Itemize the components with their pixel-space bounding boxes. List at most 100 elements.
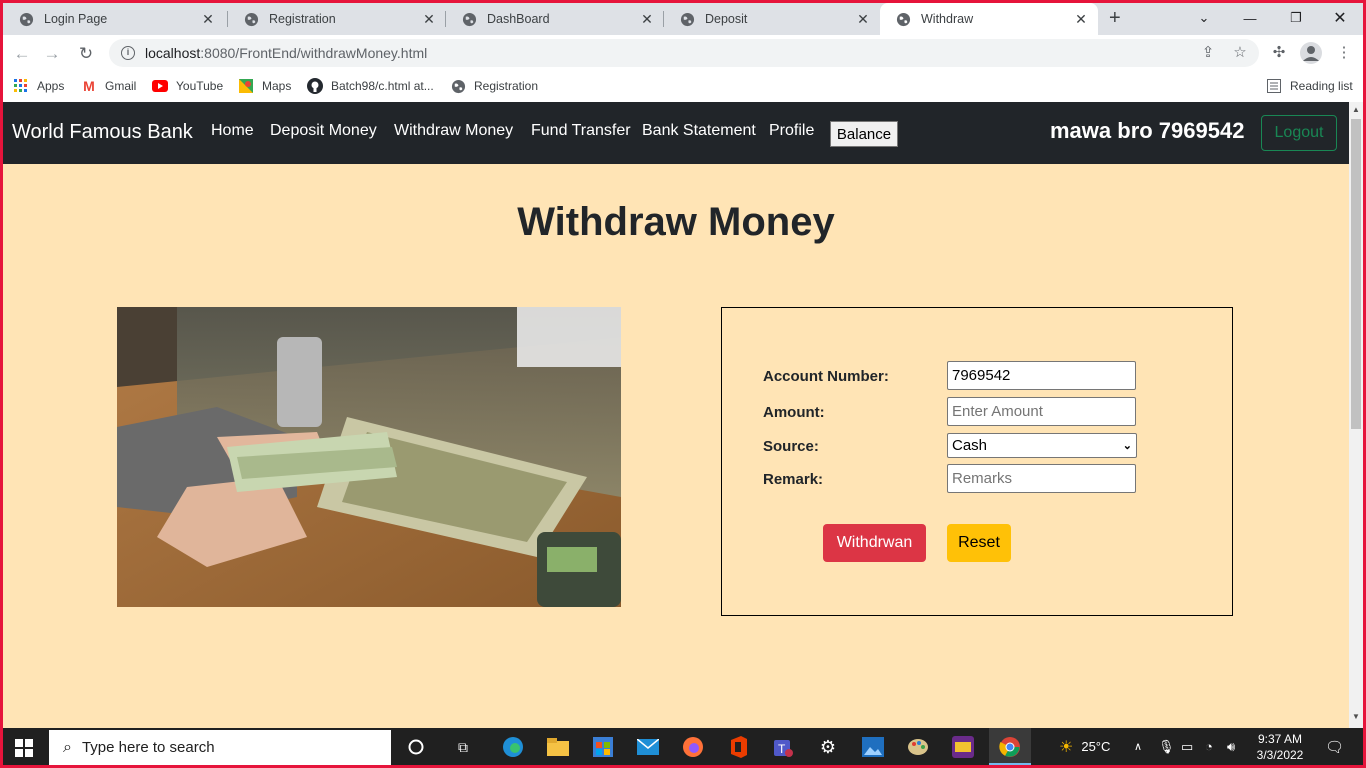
- profile-avatar-icon[interactable]: [1300, 42, 1322, 64]
- settings-gear-icon[interactable]: ⚙: [815, 734, 841, 760]
- nav-profile[interactable]: Profile: [769, 122, 814, 140]
- reading-list-icon: [1266, 78, 1282, 94]
- logout-button[interactable]: Logout: [1261, 115, 1337, 151]
- minimize-icon[interactable]: —: [1227, 3, 1273, 33]
- share-icon[interactable]: ⇪: [1198, 43, 1218, 63]
- chevron-down-icon: ⌄: [1122, 440, 1132, 452]
- nav-home[interactable]: Home: [211, 122, 254, 140]
- search-placeholder: Type here to search: [81, 739, 215, 756]
- scroll-down-icon[interactable]: ▼: [1352, 712, 1360, 721]
- game-icon[interactable]: [950, 734, 976, 760]
- tab-dashboard[interactable]: DashBoard ✕: [446, 3, 664, 35]
- withdraw-submit-button[interactable]: Withdrwan: [823, 524, 926, 562]
- source-label: Source:: [763, 438, 819, 455]
- github-icon: [307, 78, 323, 94]
- brand-logo[interactable]: World Famous Bank: [12, 121, 193, 144]
- globe-icon: [19, 12, 34, 26]
- tab-title: Registration: [269, 12, 336, 26]
- remark-label: Remark:: [763, 471, 824, 488]
- extensions-icon[interactable]: ✣: [1269, 43, 1289, 63]
- tab-deposit[interactable]: Deposit ✕: [664, 3, 880, 35]
- scroll-up-icon[interactable]: ▲: [1352, 105, 1360, 114]
- remark-field[interactable]: [947, 464, 1136, 493]
- nav-deposit-money[interactable]: Deposit Money: [270, 122, 377, 140]
- amount-field[interactable]: [947, 397, 1136, 426]
- menu-kebab-icon[interactable]: ⋮: [1334, 43, 1354, 63]
- tab-title: Deposit: [705, 12, 748, 26]
- reload-icon[interactable]: ↻: [75, 43, 97, 65]
- battery-icon[interactable]: ▭: [1181, 728, 1193, 765]
- browser-toolbar: ← → ↻ i localhost:8080/FrontEnd/withdraw…: [3, 35, 1363, 71]
- apps-grid-icon: [13, 78, 29, 94]
- account-number-field[interactable]: [947, 361, 1136, 390]
- page-scrollbar[interactable]: ▲ ▼: [1349, 102, 1363, 728]
- new-tab-icon[interactable]: +: [1109, 8, 1121, 28]
- firefox-icon[interactable]: [680, 734, 706, 760]
- bookmark-gmail[interactable]: M Gmail: [81, 77, 136, 95]
- close-icon[interactable]: ✕: [1074, 11, 1088, 27]
- tab-withdraw[interactable]: Withdraw ✕: [880, 3, 1098, 35]
- nav-fund-transfer[interactable]: Fund Transfer: [531, 122, 631, 140]
- mail-icon[interactable]: [635, 734, 661, 760]
- close-icon[interactable]: ✕: [640, 11, 654, 27]
- nav-bank-statement[interactable]: Bank Statement: [642, 122, 756, 140]
- taskbar-search-box[interactable]: ⌕ Type here to search: [49, 730, 391, 765]
- cortana-icon[interactable]: [403, 734, 429, 760]
- svg-text:T: T: [778, 742, 786, 756]
- address-bar[interactable]: i localhost:8080/FrontEnd/withdrawMoney.…: [109, 39, 1259, 67]
- edge-icon[interactable]: [500, 734, 526, 760]
- tab-login-page[interactable]: Login Page ✕: [3, 3, 225, 35]
- tab-title: Withdraw: [921, 12, 974, 26]
- bookmark-star-icon[interactable]: ☆: [1230, 43, 1250, 63]
- reading-list[interactable]: Reading list: [1266, 77, 1353, 95]
- close-icon[interactable]: ✕: [422, 11, 436, 27]
- system-clock[interactable]: 9:37 AM 3/3/2022: [1249, 731, 1311, 763]
- microphone-icon[interactable]: 🎙︎: [1158, 728, 1175, 765]
- reset-button[interactable]: Reset: [947, 524, 1011, 562]
- cash-withdrawal-photo: [117, 307, 621, 607]
- weather-widget[interactable]: ☀ 25°C: [1059, 728, 1110, 765]
- clock-date: 3/3/2022: [1256, 748, 1304, 762]
- reading-list-label: Reading list: [1290, 79, 1353, 93]
- bookmark-maps[interactable]: Maps: [238, 77, 291, 95]
- close-icon[interactable]: ✕: [856, 11, 870, 27]
- store-icon[interactable]: [590, 734, 616, 760]
- info-icon[interactable]: i: [121, 46, 135, 60]
- nav-withdraw-money[interactable]: Withdraw Money: [394, 122, 513, 140]
- notification-icon[interactable]: 🗨︎: [1325, 728, 1344, 765]
- restore-icon[interactable]: ❐: [1273, 3, 1319, 33]
- youtube-icon: [152, 78, 168, 94]
- tab-title: DashBoard: [487, 12, 550, 26]
- source-select[interactable]: Cash ⌄: [947, 433, 1137, 458]
- globe-icon: [896, 12, 911, 26]
- balance-button[interactable]: Balance: [830, 121, 898, 147]
- bookmark-registration[interactable]: Registration: [450, 77, 538, 95]
- close-icon[interactable]: ✕: [201, 11, 215, 27]
- wifi-icon[interactable]: ◔: [1205, 728, 1213, 765]
- task-view-icon[interactable]: ⧉: [450, 734, 476, 760]
- window-close-icon[interactable]: ✕: [1317, 3, 1363, 33]
- bookmark-youtube[interactable]: YouTube: [152, 77, 223, 95]
- back-icon[interactable]: ←: [11, 43, 33, 65]
- file-explorer-icon[interactable]: [545, 734, 571, 760]
- volume-icon[interactable]: 🔊︎: [1227, 728, 1235, 765]
- tab-search-icon[interactable]: ⌄: [1181, 3, 1227, 33]
- forward-icon[interactable]: →: [41, 43, 63, 65]
- teams-icon[interactable]: T: [770, 734, 796, 760]
- bookmark-github[interactable]: Batch98/c.html at...: [307, 77, 434, 95]
- tab-title: Login Page: [44, 12, 108, 26]
- scroll-thumb[interactable]: [1351, 119, 1361, 429]
- office-icon[interactable]: [725, 734, 751, 760]
- gmail-icon: M: [83, 78, 95, 94]
- maps-icon: [238, 78, 254, 94]
- tab-registration[interactable]: Registration ✕: [228, 3, 446, 35]
- chrome-icon[interactable]: [997, 734, 1023, 760]
- photos-icon[interactable]: [860, 734, 886, 760]
- paint-icon[interactable]: [905, 734, 931, 760]
- bookmark-apps[interactable]: Apps: [13, 77, 64, 95]
- windows-start-icon[interactable]: [15, 739, 33, 762]
- user-name: mawa bro 7969542: [1050, 118, 1245, 143]
- app-navbar: World Famous Bank Home Deposit Money Wit…: [3, 102, 1349, 164]
- bookmark-label: YouTube: [176, 79, 224, 93]
- tray-overflow-icon[interactable]: ∧: [1134, 728, 1142, 765]
